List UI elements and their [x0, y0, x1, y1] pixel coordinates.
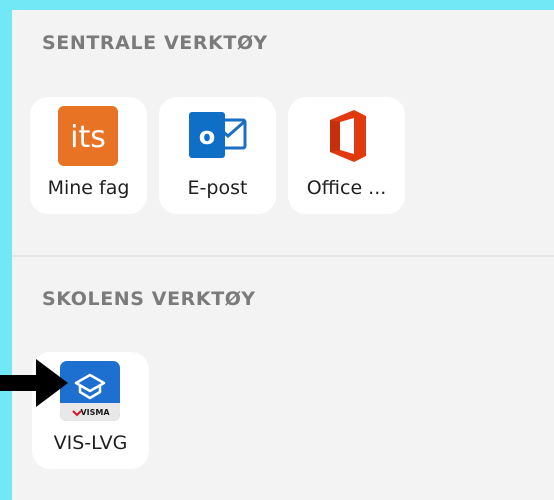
tile-label: Office ...	[306, 177, 387, 199]
outlook-icon-text: o	[199, 122, 216, 150]
tile-label: Mine fag	[47, 177, 130, 199]
office-icon	[316, 106, 376, 166]
visma-brand-text: VISMA	[80, 408, 110, 417]
outlook-icon: o	[187, 106, 247, 166]
tools-panel: SENTRALE VERKTØY its Mine fag o E-post O…	[12, 10, 554, 500]
tile-office[interactable]: Office ...	[288, 97, 405, 214]
section-divider	[12, 255, 554, 257]
arrow-right-icon	[0, 357, 70, 409]
tile-label: E-post	[187, 177, 248, 199]
tile-e-post[interactable]: o E-post	[159, 97, 276, 214]
its-icon-text: its	[70, 120, 106, 155]
tile-mine-fag[interactable]: its Mine fag	[30, 97, 147, 214]
section-title-school: SKOLENS VERKTØY	[42, 288, 256, 310]
tile-label: VIS-LVG	[53, 432, 128, 454]
section-title-central: SENTRALE VERKTØY	[42, 32, 268, 54]
its-learning-icon: its	[58, 106, 118, 166]
